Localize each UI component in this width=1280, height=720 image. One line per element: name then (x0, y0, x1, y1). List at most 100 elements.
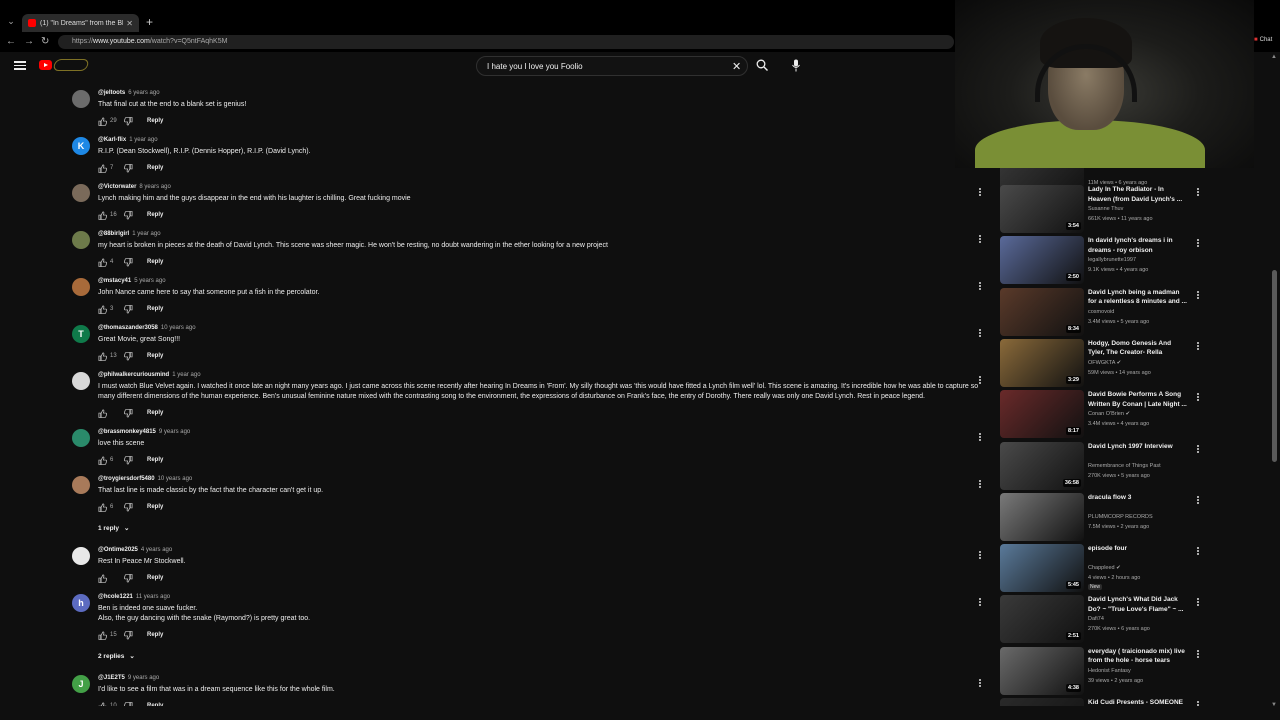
video-channel[interactable]: Remembrance of Things Past (1088, 463, 1161, 469)
related-video[interactable]: 2:51 David Lynch's What Did Jack Do? ~ "T… (998, 595, 1210, 645)
search-icon[interactable] (756, 59, 768, 71)
reply-button[interactable]: Reply (147, 353, 163, 359)
avatar[interactable]: K (72, 137, 90, 155)
comment-time[interactable]: 6 years ago (128, 90, 159, 96)
dislike-icon[interactable] (123, 630, 133, 640)
reply-button[interactable]: Reply (147, 306, 163, 312)
dislike-icon[interactable] (123, 116, 133, 126)
video-title[interactable]: Lady In The Radiator - In Heaven (from D… (1088, 185, 1188, 204)
video-thumbnail[interactable]: 5:45 (1000, 544, 1084, 593)
dislike-icon[interactable] (123, 573, 133, 583)
like-icon[interactable] (98, 352, 108, 361)
comment-more-icon[interactable] (978, 679, 982, 689)
video-more-icon[interactable] (1196, 239, 1200, 249)
clear-search-icon[interactable]: ✕ (732, 60, 741, 73)
youtube-logo-icon[interactable] (39, 60, 52, 70)
comment-more-icon[interactable] (978, 480, 982, 490)
comment-author[interactable]: @88birlgirl (98, 231, 129, 237)
dislike-icon[interactable] (123, 304, 133, 314)
like-icon[interactable] (98, 211, 108, 220)
video-more-icon[interactable] (1196, 341, 1200, 352)
avatar[interactable] (72, 547, 90, 565)
new-tab-icon[interactable]: + (146, 15, 153, 29)
avatar[interactable] (72, 184, 90, 202)
like-icon[interactable] (98, 117, 108, 126)
related-video[interactable]: 8:17 David Bowie Performs A Song Written … (998, 390, 1210, 440)
comment-author[interactable]: @Victorwater (98, 184, 136, 190)
comment-time[interactable]: 4 years ago (141, 547, 172, 553)
comment-more-icon[interactable] (978, 433, 982, 443)
comment-time[interactable]: 9 years ago (128, 675, 159, 681)
close-tab-icon[interactable]: ✕ (126, 19, 133, 28)
like-icon[interactable] (98, 305, 108, 314)
video-title[interactable]: dracula flow 3 (1088, 493, 1188, 503)
video-channel[interactable]: Conan O'Brien ✔ (1088, 411, 1130, 417)
avatar[interactable] (72, 429, 90, 447)
reply-button[interactable]: Reply (147, 118, 163, 124)
view-replies-button[interactable]: 2 replies ⌄ (98, 652, 135, 661)
video-thumbnail[interactable]: 3:54 (1000, 185, 1084, 233)
video-thumbnail[interactable]: 2:50 (1000, 236, 1084, 285)
comment-more-icon[interactable] (978, 329, 982, 339)
comment-time[interactable]: 1 year ago (129, 137, 157, 143)
dislike-icon[interactable] (123, 502, 133, 512)
dislike-icon[interactable] (123, 163, 133, 173)
comment-time[interactable]: 1 year ago (172, 372, 200, 378)
related-video[interactable]: 3:29 Hodgy, Domo Genesis And Tyler, The C… (998, 338, 1210, 389)
video-title[interactable]: David Bowie Performs A Song Written By C… (1088, 390, 1188, 409)
reload-icon[interactable]: ↻ (41, 36, 49, 47)
like-icon[interactable] (98, 409, 108, 418)
comment-time[interactable]: 9 years ago (159, 429, 190, 435)
avatar[interactable] (72, 278, 90, 296)
browser-tab[interactable]: (1) "In Dreams" from the Blue Velvet ✕ (22, 14, 139, 32)
like-icon[interactable] (98, 164, 108, 173)
comment-more-icon[interactable] (978, 282, 982, 292)
comment-time[interactable]: 10 years ago (158, 476, 193, 482)
video-more-icon[interactable] (1196, 495, 1200, 506)
comment-more-icon[interactable] (978, 376, 982, 386)
reply-button[interactable]: Reply (147, 259, 163, 265)
back-icon[interactable]: ← (6, 36, 16, 47)
related-video[interactable]: 36:58 David Lynch 1997 Interview Remembran… (998, 441, 1210, 492)
related-video[interactable]: 3:54 Lady In The Radiator - In Heaven (fr… (998, 185, 1210, 235)
dislike-icon[interactable] (123, 455, 133, 465)
reply-button[interactable]: Reply (147, 212, 163, 218)
tab-list-icon[interactable]: ⌄ (4, 14, 18, 28)
video-title[interactable]: episode four (1088, 544, 1188, 554)
dislike-icon[interactable] (123, 351, 133, 361)
video-thumbnail[interactable]: 36:58 (1000, 441, 1084, 490)
scrollbar-thumb[interactable] (1272, 270, 1277, 462)
like-icon[interactable] (98, 631, 108, 640)
comment-author[interactable]: @jeltoots (98, 90, 125, 96)
video-more-icon[interactable] (1196, 598, 1200, 608)
comment-time[interactable]: 1 year ago (132, 231, 160, 237)
comment-time[interactable]: 11 years ago (136, 594, 170, 600)
video-channel[interactable]: cosmovoid (1088, 309, 1114, 315)
view-replies-button[interactable]: 1 reply ⌄ (98, 524, 129, 533)
forward-icon[interactable]: → (24, 36, 34, 47)
video-channel[interactable]: OFWGKTA ✔ (1088, 360, 1121, 366)
hamburger-menu-icon[interactable] (14, 59, 26, 71)
reply-button[interactable]: Reply (147, 457, 163, 463)
chat-button[interactable]: ■ Chat (1254, 37, 1272, 43)
video-title[interactable]: Hodgy, Domo Genesis And Tyler, The Creat… (1088, 339, 1188, 358)
avatar[interactable] (72, 476, 90, 494)
video-more-icon[interactable] (1196, 290, 1200, 301)
youtube-doodle[interactable] (52, 59, 90, 71)
related-video[interactable]: dracula flow 3 PLUMMCORP RECORDS 7.5M view… (998, 492, 1210, 543)
comment-more-icon[interactable] (978, 598, 982, 608)
video-thumbnail[interactable] (1000, 492, 1084, 541)
like-icon[interactable] (98, 456, 108, 465)
video-channel[interactable]: Hedonist Fantasy (1088, 668, 1131, 674)
video-title[interactable]: everyday ( traicionado mix) live from th… (1088, 647, 1188, 666)
video-thumbnail[interactable]: 8:17 (1000, 390, 1084, 439)
comment-author[interactable]: @mstacy41 (98, 278, 131, 284)
video-more-icon[interactable] (1196, 444, 1200, 455)
comment-more-icon[interactable] (978, 188, 982, 198)
video-thumbnail[interactable]: 2:51 (1000, 595, 1084, 644)
related-video[interactable]: 8:34 David Lynch being a madman for a rel… (998, 287, 1210, 338)
comment-more-icon[interactable] (978, 551, 982, 561)
video-title[interactable]: David Lynch 1997 Interview (1088, 442, 1188, 452)
video-title[interactable]: David Lynch being a madman for a relentl… (1088, 288, 1188, 307)
video-more-icon[interactable] (1196, 547, 1200, 557)
